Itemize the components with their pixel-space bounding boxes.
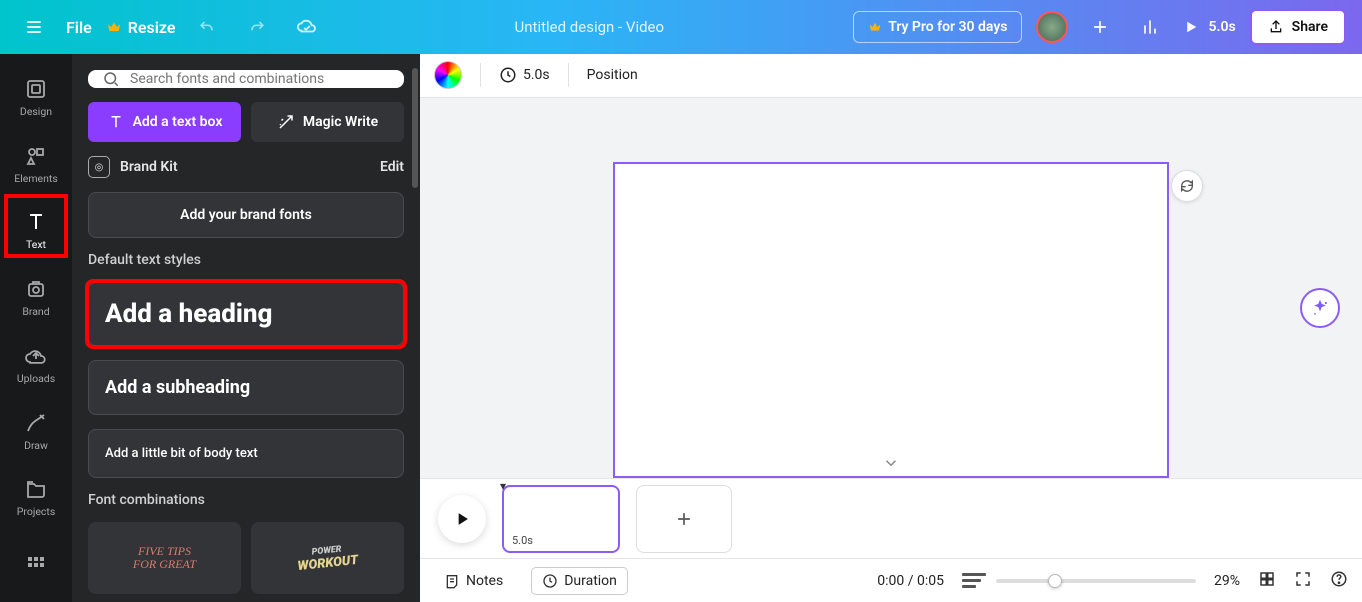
divider [480,63,481,87]
rail-projects-label: Projects [17,505,56,518]
add-heading-button[interactable]: Add a heading [88,282,404,346]
brand-kit-label: Brand Kit [120,159,178,175]
main-area: Design Elements Text Brand Uploads Draw … [0,54,1362,602]
combo-2-text: POWER WORKOUT [296,542,359,573]
rail-design[interactable]: Design [0,66,72,129]
document-title[interactable]: Untitled design - Video [339,18,839,36]
redo-icon[interactable] [239,9,275,45]
ai-assistant-icon[interactable] [1300,288,1340,328]
combo-1-text: FIVE TIPS FOR GREAT [133,545,196,571]
add-text-label: Add a text box [133,114,223,130]
cloud-sync-icon[interactable] [289,9,325,45]
zoom-track[interactable] [996,579,1196,583]
default-styles-label: Default text styles [88,252,404,268]
regenerate-icon[interactable] [1171,170,1203,202]
rail-draw[interactable]: Draw [0,400,72,463]
undo-icon[interactable] [189,9,225,45]
stage[interactable] [420,98,1362,478]
share-button[interactable]: Share [1250,9,1346,45]
font-combos-label: Font combinations [88,492,404,508]
page-duration-button[interactable]: 5.0s [499,66,550,84]
rail-elements-label: Elements [14,172,58,185]
brand-kit-icon: ◎ [88,156,110,178]
add-member-icon[interactable] [1082,9,1118,45]
font-combo-2[interactable]: POWER WORKOUT [251,522,404,594]
zoom-value[interactable]: 29% [1214,573,1240,589]
timeline-clip[interactable]: ▾ 5.0s [502,485,620,553]
canvas-frame[interactable] [613,162,1169,478]
playhead-icon[interactable]: ▾ [500,479,506,493]
avatar[interactable] [1036,11,1068,43]
zoom-slider[interactable] [962,573,1196,588]
fullscreen-icon[interactable] [1294,570,1312,592]
rail-text-label: Text [26,238,46,251]
bottom-bar: Notes Duration 0:00 / 0:05 29% [420,558,1362,602]
try-pro-button[interactable]: Try Pro for 30 days [853,11,1022,43]
text-icon [107,113,125,131]
font-combo-1[interactable]: FIVE TIPS FOR GREAT [88,522,241,594]
timeline-play-button[interactable] [438,495,486,543]
add-page-button[interactable] [636,485,732,553]
rail-uploads[interactable]: Uploads [0,333,72,396]
duration-label: Duration [564,573,617,589]
search-input[interactable] [130,71,390,87]
clock-icon [499,66,517,84]
collapse-timeline-icon[interactable] [882,454,900,476]
clock-icon [542,573,558,589]
magic-write-label: Magic Write [303,114,378,130]
position-button[interactable]: Position [587,67,638,83]
top-bar: File Resize Untitled design - Video Try … [0,0,1362,54]
brand-kit-edit[interactable]: Edit [380,159,404,175]
rail-design-label: Design [20,105,52,118]
rail-text[interactable]: Text [0,200,72,263]
add-body-text-button[interactable]: Add a little bit of body text [88,429,404,478]
notes-button[interactable]: Notes [434,568,513,594]
rail-brand-label: Brand [22,305,49,318]
context-toolbar: 5.0s Position [420,54,1362,98]
zoom-stops-icon [962,573,986,588]
rail-elements[interactable]: Elements [0,133,72,196]
notes-label: Notes [466,573,503,589]
page-duration-value: 5.0s [523,67,550,83]
file-menu[interactable]: File [66,18,92,37]
rail-projects[interactable]: Projects [0,467,72,530]
duration-button[interactable]: Duration [531,567,628,595]
rail-brand[interactable]: Brand [0,266,72,329]
add-text-box-button[interactable]: Add a text box [88,102,241,142]
resize-label: Resize [128,18,176,37]
analytics-icon[interactable] [1132,9,1168,45]
notes-icon [444,573,460,589]
add-subheading-button[interactable]: Add a subheading [88,360,404,415]
panel-scrollbar[interactable] [412,68,418,188]
brand-kit-row: ◎ Brand Kit Edit [88,156,404,178]
color-picker[interactable] [434,61,462,89]
clip-duration-label: 5.0s [512,534,533,547]
zoom-thumb[interactable] [1048,574,1062,588]
time-display: 0:00 / 0:05 [877,573,944,589]
search-icon [102,70,120,88]
present-button[interactable]: 5.0s [1182,18,1235,36]
magic-write-button[interactable]: Magic Write [251,102,404,142]
tool-rail: Design Elements Text Brand Uploads Draw … [0,54,72,602]
rail-apps[interactable] [0,533,72,596]
rail-draw-label: Draw [24,439,48,452]
canvas-area: 5.0s Position ▾ 5.0s [420,54,1362,602]
rail-uploads-label: Uploads [17,372,55,385]
resize-button[interactable]: Resize [106,18,176,37]
timeline: ▾ 5.0s [420,478,1362,558]
try-pro-label: Try Pro for 30 days [888,19,1007,35]
add-brand-fonts-button[interactable]: Add your brand fonts [88,192,404,238]
magic-icon [277,113,295,131]
menu-icon[interactable] [16,9,52,45]
text-panel: Add a text box Magic Write ◎ Brand Kit E… [72,54,420,602]
share-label: Share [1292,19,1328,35]
search-input-wrap[interactable] [88,70,404,88]
present-duration: 5.0s [1208,19,1235,35]
help-icon[interactable] [1330,570,1348,592]
divider [568,63,569,87]
grid-view-icon[interactable] [1258,570,1276,592]
